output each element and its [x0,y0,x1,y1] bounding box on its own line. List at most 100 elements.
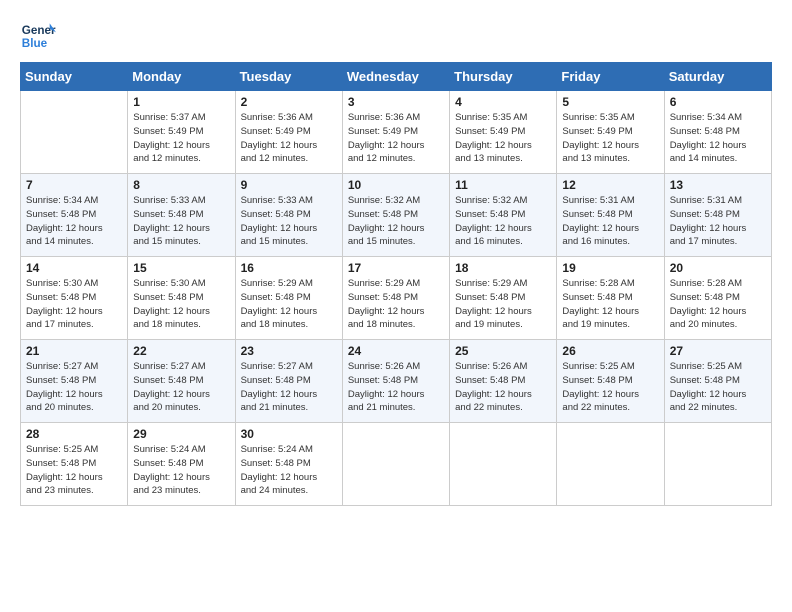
col-header-tuesday: Tuesday [235,63,342,91]
day-number: 26 [562,344,658,358]
day-number: 2 [241,95,337,109]
page: GeneralBlue SundayMondayTuesdayWednesday… [0,0,792,612]
day-number: 20 [670,261,766,275]
day-info: Sunrise: 5:24 AM Sunset: 5:48 PM Dayligh… [241,443,337,498]
day-info: Sunrise: 5:33 AM Sunset: 5:48 PM Dayligh… [133,194,229,249]
day-info: Sunrise: 5:34 AM Sunset: 5:48 PM Dayligh… [26,194,122,249]
col-header-friday: Friday [557,63,664,91]
logo-icon: GeneralBlue [20,18,56,54]
calendar-cell: 28 Sunrise: 5:25 AM Sunset: 5:48 PM Dayli… [21,423,128,506]
day-number: 8 [133,178,229,192]
day-number: 9 [241,178,337,192]
day-number: 7 [26,178,122,192]
calendar-cell: 11 Sunrise: 5:32 AM Sunset: 5:48 PM Dayli… [450,174,557,257]
day-number: 12 [562,178,658,192]
week-row-4: 21 Sunrise: 5:27 AM Sunset: 5:48 PM Dayli… [21,340,772,423]
calendar-cell: 7 Sunrise: 5:34 AM Sunset: 5:48 PM Daylig… [21,174,128,257]
day-info: Sunrise: 5:31 AM Sunset: 5:48 PM Dayligh… [670,194,766,249]
day-number: 27 [670,344,766,358]
day-number: 21 [26,344,122,358]
day-number: 17 [348,261,444,275]
calendar-cell [664,423,771,506]
logo: GeneralBlue [20,18,56,54]
day-number: 25 [455,344,551,358]
day-info: Sunrise: 5:27 AM Sunset: 5:48 PM Dayligh… [133,360,229,415]
day-number: 30 [241,427,337,441]
day-number: 6 [670,95,766,109]
day-number: 22 [133,344,229,358]
day-info: Sunrise: 5:32 AM Sunset: 5:48 PM Dayligh… [455,194,551,249]
calendar-cell: 22 Sunrise: 5:27 AM Sunset: 5:48 PM Dayli… [128,340,235,423]
calendar-cell: 6 Sunrise: 5:34 AM Sunset: 5:48 PM Daylig… [664,91,771,174]
day-number: 5 [562,95,658,109]
calendar-cell: 16 Sunrise: 5:29 AM Sunset: 5:48 PM Dayli… [235,257,342,340]
calendar-cell: 26 Sunrise: 5:25 AM Sunset: 5:48 PM Dayli… [557,340,664,423]
calendar-cell: 24 Sunrise: 5:26 AM Sunset: 5:48 PM Dayli… [342,340,449,423]
calendar-cell: 17 Sunrise: 5:29 AM Sunset: 5:48 PM Dayli… [342,257,449,340]
day-number: 11 [455,178,551,192]
day-info: Sunrise: 5:28 AM Sunset: 5:48 PM Dayligh… [670,277,766,332]
day-info: Sunrise: 5:28 AM Sunset: 5:48 PM Dayligh… [562,277,658,332]
calendar-cell: 10Sunrise: 5:32 AM Sunset: 5:48 PM Dayli… [342,174,449,257]
day-info: Sunrise: 5:29 AM Sunset: 5:48 PM Dayligh… [455,277,551,332]
calendar-cell: 27 Sunrise: 5:25 AM Sunset: 5:48 PM Dayli… [664,340,771,423]
calendar-cell: 29Sunrise: 5:24 AM Sunset: 5:48 PM Dayli… [128,423,235,506]
day-info: Sunrise: 5:25 AM Sunset: 5:48 PM Dayligh… [562,360,658,415]
calendar-cell: 3Sunrise: 5:36 AM Sunset: 5:49 PM Daylig… [342,91,449,174]
day-number: 28 [26,427,122,441]
calendar-cell [342,423,449,506]
day-info: Sunrise: 5:33 AM Sunset: 5:48 PM Dayligh… [241,194,337,249]
day-info: Sunrise: 5:36 AM Sunset: 5:49 PM Dayligh… [241,111,337,166]
day-number: 1 [133,95,229,109]
calendar-cell [557,423,664,506]
col-header-sunday: Sunday [21,63,128,91]
col-header-monday: Monday [128,63,235,91]
calendar-cell: 2 Sunrise: 5:36 AM Sunset: 5:49 PM Daylig… [235,91,342,174]
day-info: Sunrise: 5:27 AM Sunset: 5:48 PM Dayligh… [26,360,122,415]
calendar-cell: 21 Sunrise: 5:27 AM Sunset: 5:48 PM Dayli… [21,340,128,423]
day-number: 24 [348,344,444,358]
day-number: 18 [455,261,551,275]
week-row-3: 14 Sunrise: 5:30 AM Sunset: 5:48 PM Dayli… [21,257,772,340]
day-number: 23 [241,344,337,358]
week-row-5: 28 Sunrise: 5:25 AM Sunset: 5:48 PM Dayli… [21,423,772,506]
col-header-saturday: Saturday [664,63,771,91]
day-info: Sunrise: 5:26 AM Sunset: 5:48 PM Dayligh… [455,360,551,415]
day-info: Sunrise: 5:35 AM Sunset: 5:49 PM Dayligh… [562,111,658,166]
day-info: Sunrise: 5:29 AM Sunset: 5:48 PM Dayligh… [348,277,444,332]
calendar-cell: 23Sunrise: 5:27 AM Sunset: 5:48 PM Dayli… [235,340,342,423]
day-number: 16 [241,261,337,275]
day-info: Sunrise: 5:25 AM Sunset: 5:48 PM Dayligh… [26,443,122,498]
day-info: Sunrise: 5:31 AM Sunset: 5:48 PM Dayligh… [562,194,658,249]
day-number: 14 [26,261,122,275]
calendar-cell: 25 Sunrise: 5:26 AM Sunset: 5:48 PM Dayli… [450,340,557,423]
week-row-1: 1 Sunrise: 5:37 AM Sunset: 5:49 PM Daylig… [21,91,772,174]
col-header-thursday: Thursday [450,63,557,91]
day-info: Sunrise: 5:37 AM Sunset: 5:49 PM Dayligh… [133,111,229,166]
calendar-cell: 8 Sunrise: 5:33 AM Sunset: 5:48 PM Daylig… [128,174,235,257]
day-info: Sunrise: 5:25 AM Sunset: 5:48 PM Dayligh… [670,360,766,415]
calendar-cell: 18 Sunrise: 5:29 AM Sunset: 5:48 PM Dayli… [450,257,557,340]
header-row: SundayMondayTuesdayWednesdayThursdayFrid… [21,63,772,91]
day-number: 10 [348,178,444,192]
day-number: 13 [670,178,766,192]
day-number: 3 [348,95,444,109]
calendar-cell: 15 Sunrise: 5:30 AM Sunset: 5:48 PM Dayli… [128,257,235,340]
day-info: Sunrise: 5:30 AM Sunset: 5:48 PM Dayligh… [26,277,122,332]
calendar-cell: 30 Sunrise: 5:24 AM Sunset: 5:48 PM Dayli… [235,423,342,506]
day-info: Sunrise: 5:26 AM Sunset: 5:48 PM Dayligh… [348,360,444,415]
calendar-cell [21,91,128,174]
day-info: Sunrise: 5:24 AM Sunset: 5:48 PM Dayligh… [133,443,229,498]
day-info: Sunrise: 5:30 AM Sunset: 5:48 PM Dayligh… [133,277,229,332]
day-info: Sunrise: 5:29 AM Sunset: 5:48 PM Dayligh… [241,277,337,332]
calendar-table: SundayMondayTuesdayWednesdayThursdayFrid… [20,62,772,506]
calendar-cell [450,423,557,506]
week-row-2: 7 Sunrise: 5:34 AM Sunset: 5:48 PM Daylig… [21,174,772,257]
day-info: Sunrise: 5:34 AM Sunset: 5:48 PM Dayligh… [670,111,766,166]
day-number: 19 [562,261,658,275]
day-number: 15 [133,261,229,275]
day-info: Sunrise: 5:35 AM Sunset: 5:49 PM Dayligh… [455,111,551,166]
svg-text:Blue: Blue [22,37,48,50]
calendar-cell: 5 Sunrise: 5:35 AM Sunset: 5:49 PM Daylig… [557,91,664,174]
calendar-cell: 19 Sunrise: 5:28 AM Sunset: 5:48 PM Dayli… [557,257,664,340]
